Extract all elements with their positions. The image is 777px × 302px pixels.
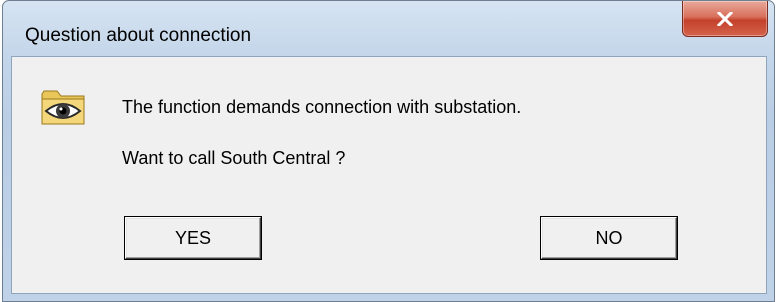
yes-button[interactable]: YES [125, 217, 261, 259]
message-line-2: Want to call South Central ? [122, 148, 346, 168]
dialog-body: The function demands connection with sub… [11, 56, 767, 294]
dialog-window: Question about connection The function d… [2, 0, 775, 302]
message-line-1: The function demands connection with sub… [122, 97, 522, 117]
no-button[interactable]: NO [541, 217, 677, 259]
window-title: Question about connection [25, 25, 252, 46]
eye-folder-icon [41, 90, 85, 125]
close-x-icon [717, 11, 733, 26]
title-bar[interactable]: Question about connection [3, 1, 774, 55]
close-button[interactable] [682, 1, 768, 37]
